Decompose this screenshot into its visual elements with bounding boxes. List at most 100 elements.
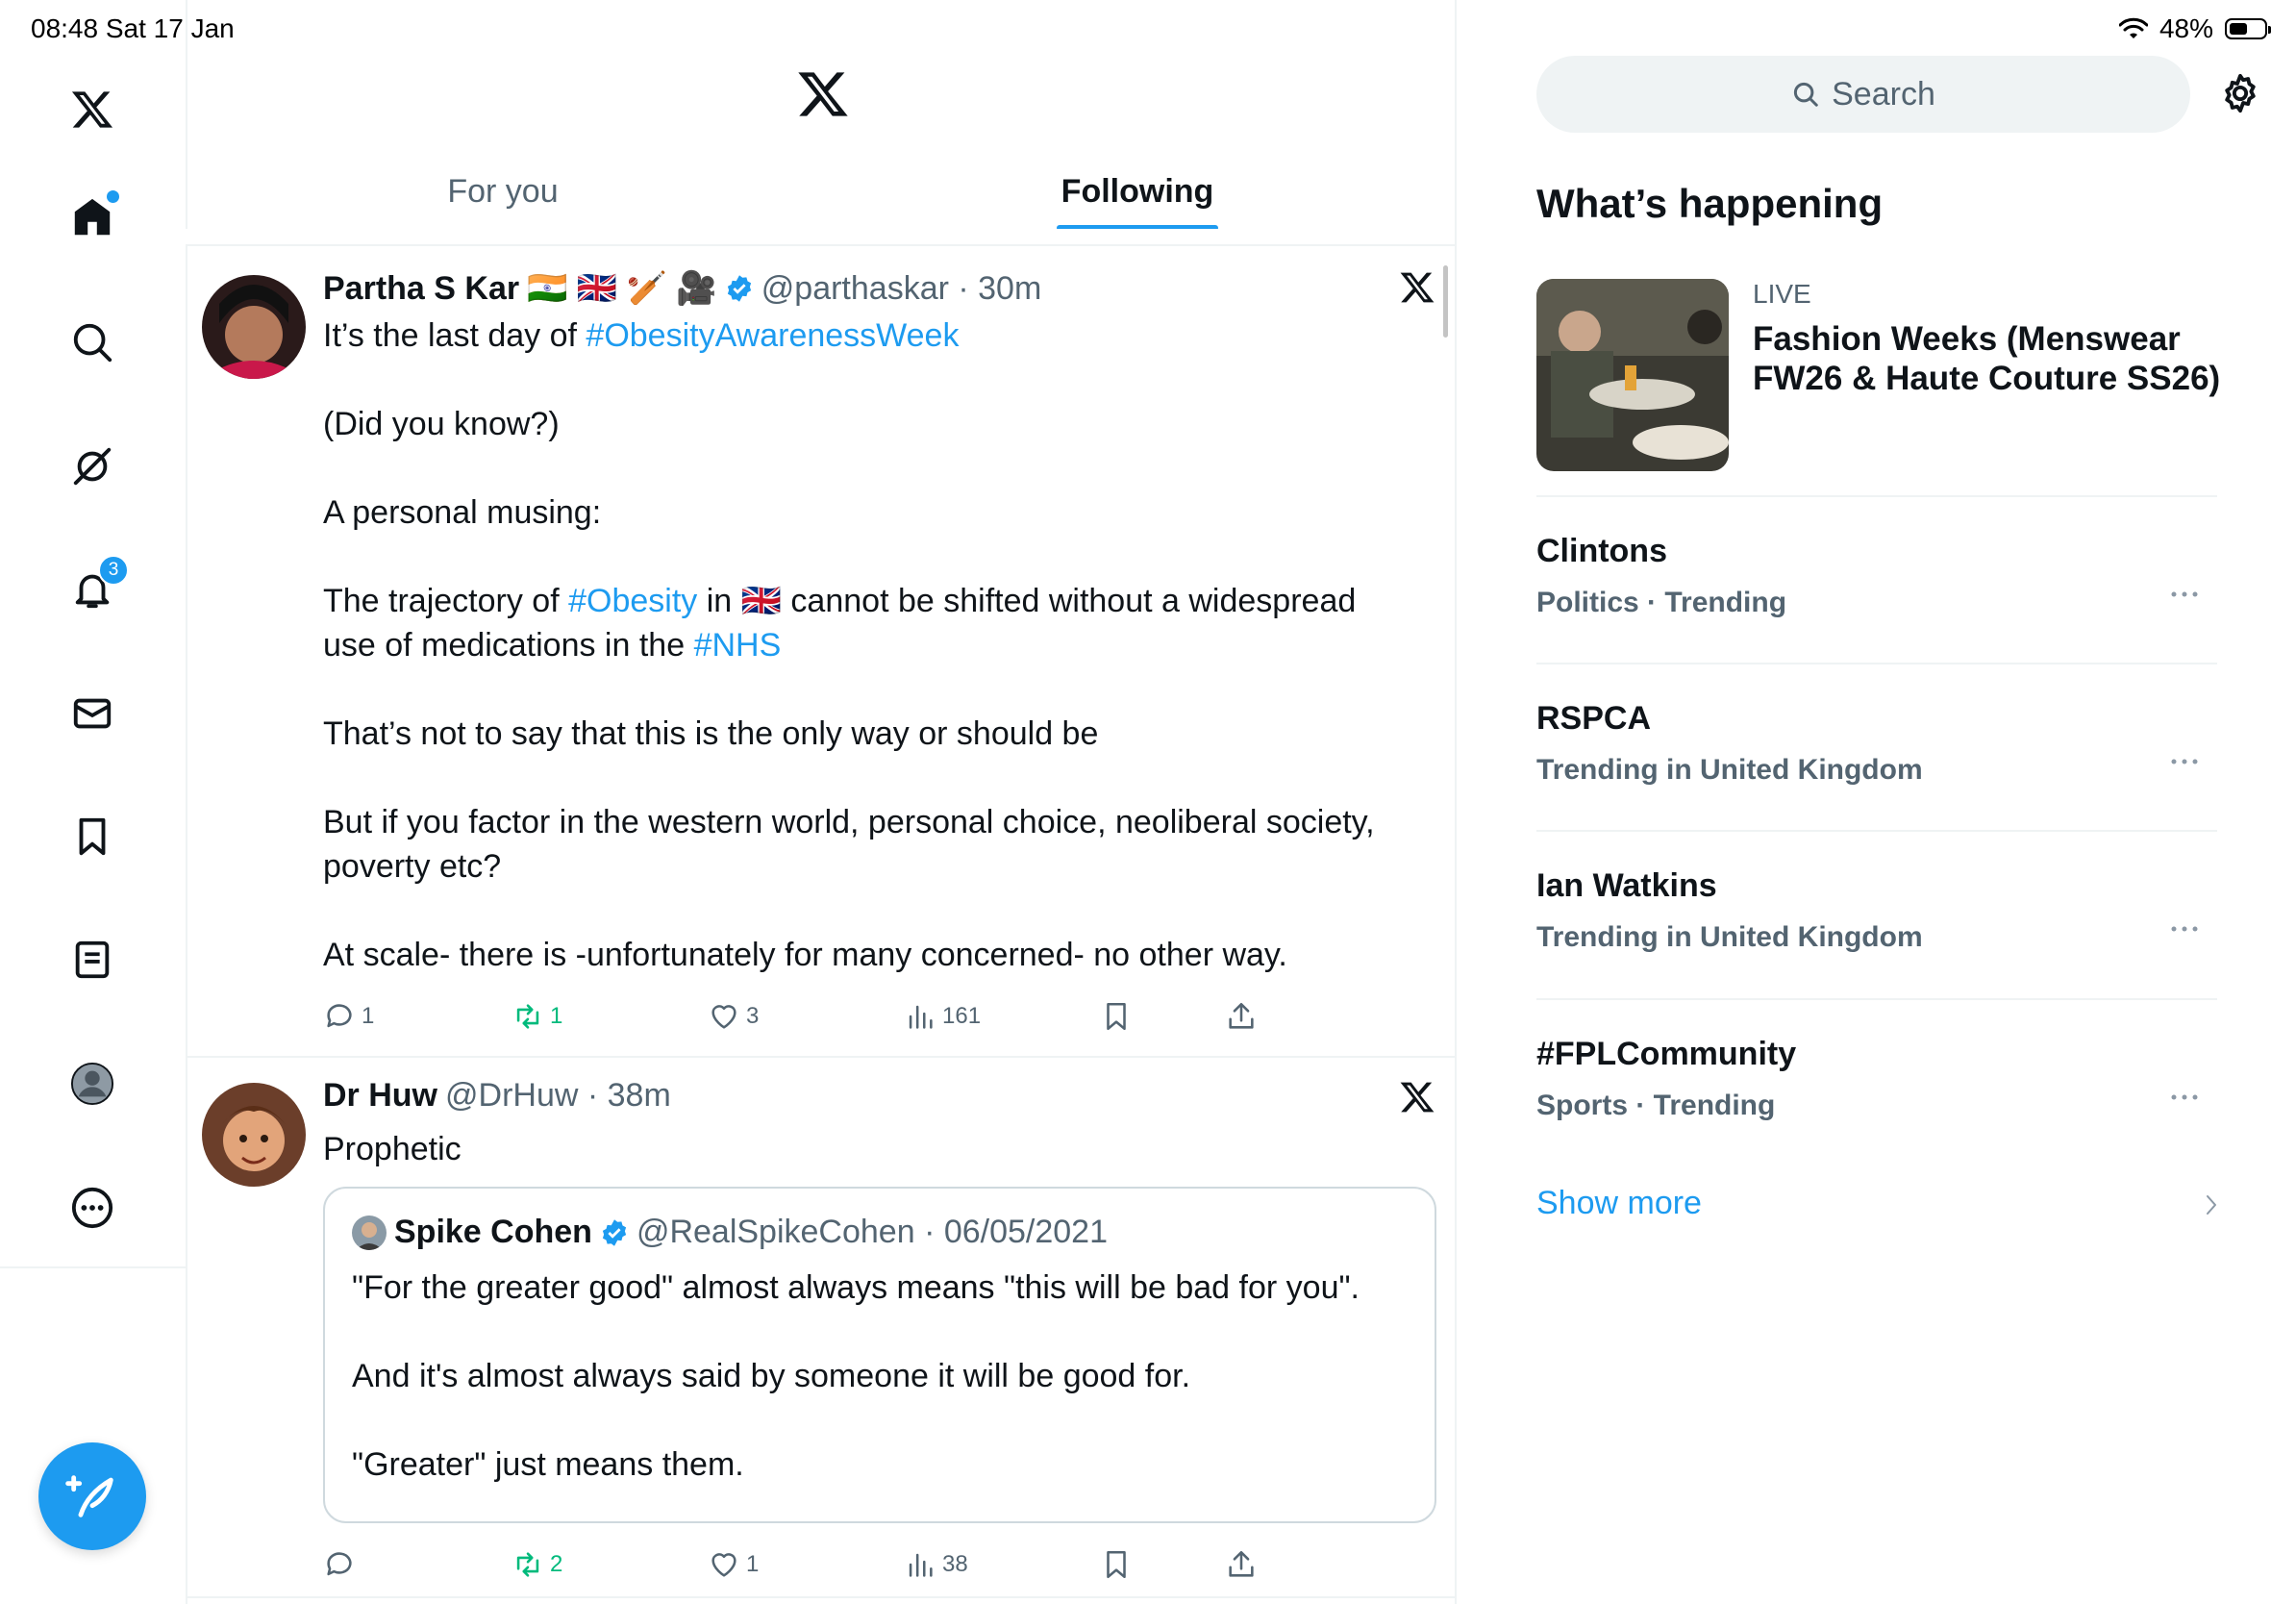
quoted-tweet[interactable]: Spike Cohen @RealSpikeCohen · 06/05/2021…: [323, 1187, 1436, 1523]
bookmark-icon: [79, 817, 106, 856]
nav-lists[interactable]: [54, 921, 131, 998]
hashtag-link[interactable]: #ObesityAwarenessWeek: [586, 317, 959, 354]
tweet[interactable]: Partha S Kar 🇮🇳 🇬🇧 🏏 🎥 @parthaskar · 30m…: [186, 246, 1455, 1058]
bookmark-icon: [1107, 1002, 1126, 1031]
quoted-tweet-text: "For the greater good" almost always mea…: [352, 1266, 1408, 1487]
reply-icon: [327, 1552, 352, 1576]
views-bar-icon: [909, 1005, 933, 1029]
tab-following[interactable]: Following: [820, 154, 1455, 231]
repost-button[interactable]: 1: [512, 1000, 562, 1033]
nav-home[interactable]: [54, 179, 131, 256]
share-button[interactable]: [1225, 1000, 1258, 1033]
tweet-paragraph: A personal musing:: [323, 494, 602, 531]
nav-grok[interactable]: [54, 428, 131, 505]
live-event-photo: [1536, 279, 1729, 471]
author-name[interactable]: Partha S Kar: [323, 270, 519, 308]
tweet[interactable]: Dr Huw @DrHuw · 38m Prophetic Spike Cohe…: [186, 1058, 1455, 1598]
sidebar-right: Search What’s happening LIVE Fashion Wee…: [1457, 0, 2296, 1604]
trend-name: RSPCA: [1536, 700, 1652, 737]
share-icon: [1229, 1550, 1254, 1577]
verified-badge-icon: [727, 275, 751, 302]
profile-avatar-icon: [70, 1062, 114, 1106]
more-circle-icon: [71, 1187, 113, 1229]
tweet-text: It’s the last day of #ObesityAwarenessWe…: [323, 313, 1397, 977]
like-button[interactable]: 1: [708, 1548, 759, 1581]
trend-name: #FPLCommunity: [1536, 1036, 1797, 1072]
compose-post-button[interactable]: [38, 1442, 146, 1550]
views-count: 161: [942, 1003, 982, 1029]
trend-item[interactable]: #FPLCommunity Sports · Trending: [1536, 1036, 2217, 1199]
x-logo-icon[interactable]: [1399, 269, 1435, 306]
divider: [1536, 830, 2217, 832]
tweet-paragraph: That’s not to say that this is the only …: [323, 715, 1099, 752]
repost-button[interactable]: 2: [512, 1548, 562, 1581]
search-icon: [1794, 82, 1818, 107]
more-dots-icon[interactable]: [2169, 756, 2200, 767]
live-event-title[interactable]: Fashion Weeks (Menswear FW26 & Haute Cou…: [1753, 319, 2253, 398]
show-more-link[interactable]: Show more: [1536, 1185, 1702, 1222]
nav-search[interactable]: [54, 304, 131, 381]
avatar[interactable]: [202, 1083, 306, 1187]
tweet-paragraph: But if you factor in the western world, …: [323, 804, 1375, 885]
x-logo-link[interactable]: [54, 71, 131, 148]
whats-happening-title: What’s happening: [1536, 181, 1884, 226]
lists-icon: [75, 940, 110, 979]
share-icon: [1229, 1002, 1254, 1029]
like-button[interactable]: 3: [708, 1000, 759, 1033]
search-icon: [73, 323, 112, 363]
tab-for-you[interactable]: For you: [186, 154, 820, 229]
share-button[interactable]: [1225, 1548, 1258, 1581]
trend-item[interactable]: RSPCA Trending in United Kingdom: [1536, 700, 2217, 864]
avatar[interactable]: [202, 275, 306, 379]
trend-item[interactable]: Clintons Politics · Trending: [1536, 533, 2217, 696]
live-event-image[interactable]: [1536, 279, 1729, 471]
search-input[interactable]: Search: [1536, 56, 2190, 133]
like-count: 1: [746, 1551, 760, 1577]
reply-button[interactable]: 1: [323, 1000, 374, 1033]
timeline-separator: [186, 229, 1455, 246]
more-dots-icon[interactable]: [2169, 923, 2200, 935]
heart-icon: [711, 1005, 736, 1029]
quoted-author-name: Spike Cohen: [394, 1214, 592, 1250]
reply-icon: [327, 1004, 352, 1028]
tweet-paragraph: At scale- there is -unfortunately for ma…: [323, 937, 1287, 973]
avatar-image: [352, 1215, 387, 1250]
x-logo-icon: [798, 72, 848, 116]
trend-meta: Trending in United Kingdom: [1536, 921, 1923, 953]
nav-more[interactable]: [54, 1169, 131, 1246]
reply-button[interactable]: [323, 1548, 362, 1581]
x-logo-icon[interactable]: [1399, 1079, 1435, 1115]
tweet-paragraph: It’s the last day of #ObesityAwarenessWe…: [323, 313, 1397, 358]
quoted-avatar: [352, 1215, 387, 1250]
feather-plus-icon: [65, 1475, 113, 1517]
trend-meta: Trending in United Kingdom: [1536, 754, 1923, 786]
trend-item[interactable]: Ian Watkins Trending in United Kingdom: [1536, 867, 2217, 1031]
more-dots-icon[interactable]: [2169, 1091, 2200, 1103]
bookmark-button[interactable]: [1100, 1000, 1133, 1033]
repost-icon: [516, 1004, 539, 1029]
more-dots-icon[interactable]: [2169, 589, 2200, 600]
views-button[interactable]: 38: [904, 1548, 968, 1581]
nav-bookmarks[interactable]: [54, 798, 131, 875]
envelope-icon: [73, 698, 112, 729]
author-handle-time[interactable]: @parthaskar · 30m: [761, 270, 1042, 308]
hashtag-link[interactable]: #NHS: [694, 627, 782, 664]
views-count: 38: [942, 1551, 968, 1577]
chevron-right-icon: [2207, 1195, 2216, 1215]
nav-notifications[interactable]: 3: [54, 551, 131, 628]
text-span: It’s the last day of: [323, 317, 586, 354]
trend-name: Ian Watkins: [1536, 867, 1717, 904]
left-navigation: 3: [0, 0, 187, 1604]
views-button[interactable]: 161: [904, 1000, 981, 1033]
bookmark-button[interactable]: [1100, 1548, 1133, 1581]
nav-messages[interactable]: [54, 675, 131, 752]
gear-icon[interactable]: [2218, 71, 2262, 115]
author-name[interactable]: Dr Huw: [323, 1077, 437, 1115]
nav-profile[interactable]: [54, 1045, 131, 1122]
tweet-header: Dr Huw @DrHuw · 38m: [323, 1077, 671, 1115]
hashtag-link[interactable]: #Obesity: [568, 583, 697, 619]
author-emojis: 🇮🇳 🇬🇧 🏏 🎥: [527, 270, 717, 307]
trend-meta: Sports · Trending: [1536, 1090, 1776, 1121]
author-handle-time[interactable]: @DrHuw · 38m: [445, 1077, 671, 1115]
tab-for-you-label: For you: [447, 172, 559, 210]
